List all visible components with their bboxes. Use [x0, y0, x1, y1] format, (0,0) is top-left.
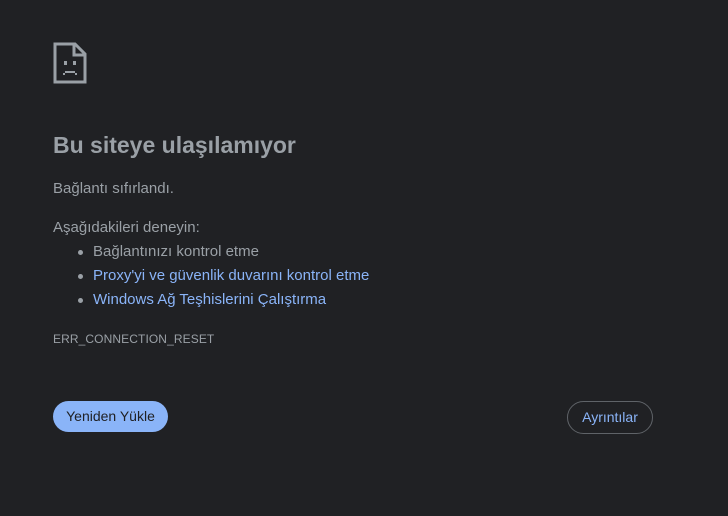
bullet-icon: [78, 250, 83, 255]
error-summary: Bağlantı sıfırlandı.: [53, 180, 174, 197]
suggestion-check-connection: Bağlantınızı kontrol etme: [93, 243, 259, 260]
suggestion-check-proxy-link[interactable]: Proxy'yi ve güvenlik duvarını kontrol et…: [93, 267, 369, 284]
error-code: ERR_CONNECTION_RESET: [53, 332, 215, 346]
suggestions-header: Aşağıdakileri deneyin:: [53, 219, 200, 236]
suggestion-item: Bağlantınızı kontrol etme: [53, 243, 369, 267]
suggestion-run-diagnostics-link[interactable]: Windows Ağ Teşhislerini Çalıştırma: [93, 291, 326, 308]
page-title: Bu siteye ulaşılamıyor: [53, 132, 296, 158]
suggestion-item: Windows Ağ Teşhislerini Çalıştırma: [53, 291, 369, 315]
suggestions-list: Bağlantınızı kontrol etme Proxy'yi ve gü…: [53, 243, 369, 315]
sad-document-icon: [53, 42, 87, 84]
error-page: Bu siteye ulaşılamıyor Bağlantı sıfırlan…: [0, 0, 728, 516]
bullet-icon: [78, 298, 83, 303]
suggestion-item: Proxy'yi ve güvenlik duvarını kontrol et…: [53, 267, 369, 291]
bullet-icon: [78, 274, 83, 279]
details-button[interactable]: Ayrıntılar: [567, 401, 653, 434]
reload-button[interactable]: Yeniden Yükle: [53, 401, 168, 432]
